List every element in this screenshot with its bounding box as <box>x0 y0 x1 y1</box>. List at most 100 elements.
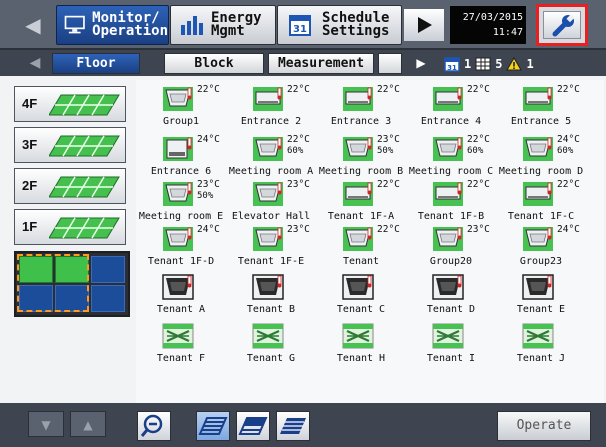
unit-tile[interactable]: 22°C Entrance 4 <box>406 84 496 132</box>
floor-plan-icon <box>49 94 120 116</box>
unit-tile[interactable]: Tenant D <box>406 272 496 320</box>
floor-4f-button[interactable]: 4F <box>14 86 126 122</box>
unit-tile[interactable]: 22°C Tenant 1F-A <box>316 179 406 227</box>
unit-tile[interactable]: 22°C Group1 <box>136 84 226 132</box>
menu-scroll-right-button[interactable] <box>404 9 444 41</box>
alert-count: 1 <box>526 56 534 71</box>
unit-tile[interactable]: 22°C Tenant 1F-B <box>406 179 496 227</box>
bottom-toolbar: ▼ ▲ Operate <box>0 403 606 447</box>
unit-humidity: 50% <box>377 146 394 156</box>
maintenance-button[interactable] <box>536 4 588 46</box>
floor-selector: 4F 3F 2F 1F <box>14 83 130 403</box>
wall-unit-icon <box>433 182 463 206</box>
unit-temperature: 22°C <box>557 179 580 190</box>
unit-icon-box <box>342 226 374 252</box>
unit-name: Entrance 5 <box>510 116 572 127</box>
unit-tile[interactable]: 23°C Tenant 1F-E <box>226 224 316 272</box>
tab-scroll-left-button[interactable]: ◀ <box>20 53 50 73</box>
layout-view-2-button[interactable] <box>236 411 270 441</box>
tab-scroll-right-button[interactable]: ▶ <box>405 53 437 74</box>
scroll-up-button[interactable]: ▲ <box>70 411 106 437</box>
schedule-settings-label: Schedule Settings <box>322 10 390 39</box>
floor-1f-button[interactable]: 1F <box>14 209 126 245</box>
tab-blank-button[interactable] <box>378 53 402 74</box>
floor-label: 4F <box>22 96 38 111</box>
unit-tile[interactable]: Tenant G <box>226 321 316 369</box>
menu-scroll-left-button[interactable]: ◀ <box>20 9 46 41</box>
monitor-operation-button[interactable]: Monitor/ Operation <box>56 5 169 45</box>
unit-tile[interactable]: 24°C Entrance 6 <box>136 134 226 182</box>
unit-name: Tenant F <box>156 353 206 364</box>
unit-name: Tenant I <box>426 353 476 364</box>
layers-half-icon <box>238 417 268 435</box>
unit-temperature: 24°C <box>557 134 580 145</box>
tab-block[interactable]: Block <box>164 53 264 74</box>
unit-icon-box <box>252 181 284 207</box>
unit-temperature: 22°C <box>377 179 400 190</box>
unit-tile[interactable]: Tenant H <box>316 321 406 369</box>
screen: ◀ Monitor/ Operation Energy Mgmt 31 Sche… <box>0 0 606 447</box>
zoom-out-button[interactable] <box>137 411 171 441</box>
floor-plan-icon <box>49 217 120 239</box>
unit-tile[interactable]: 23°C 50% Meeting room B <box>316 134 406 182</box>
unit-tile[interactable]: 22°C Tenant <box>316 224 406 272</box>
floor-label: 1F <box>22 219 38 234</box>
unit-icon-box <box>522 136 554 162</box>
unit-tile[interactable]: 24°C Tenant 1F-D <box>136 224 226 272</box>
unit-tile[interactable]: Tenant A <box>136 272 226 320</box>
unit-icon-box <box>522 226 554 252</box>
map-view-frame[interactable] <box>17 254 89 312</box>
unit-tile[interactable]: 22°C Entrance 2 <box>226 84 316 132</box>
floor-plan-icon <box>49 135 120 157</box>
unit-tile[interactable]: 23°C Elevator Hall <box>226 179 316 227</box>
unit-tile[interactable]: Tenant I <box>406 321 496 369</box>
floor-overview-map[interactable] <box>14 251 130 317</box>
unit-tile[interactable]: Tenant J <box>496 321 586 369</box>
unit-name: Meeting room D <box>498 166 584 177</box>
layers-outline-icon <box>198 417 228 435</box>
unit-tile[interactable]: 24°C Group23 <box>496 224 586 272</box>
unit-icon-box <box>342 274 374 300</box>
floor-3f-button[interactable]: 3F <box>14 127 126 163</box>
unit-name: Tenant C <box>336 304 386 315</box>
svg-text:31: 31 <box>447 64 457 72</box>
ceiling-unit-icon <box>523 227 553 251</box>
schedule-settings-button[interactable]: 31 Schedule Settings <box>277 5 402 45</box>
unit-name: Meeting room C <box>408 166 494 177</box>
unit-temperature: 22°C <box>467 134 490 145</box>
unit-tile[interactable]: Tenant B <box>226 272 316 320</box>
unit-tile[interactable]: Tenant F <box>136 321 226 369</box>
layout-view-1-button[interactable] <box>196 411 230 441</box>
map-block[interactable] <box>91 256 125 283</box>
unit-name: Tenant 1F-D <box>147 256 215 267</box>
unit-tile[interactable]: 23°C Group20 <box>406 224 496 272</box>
vent-unit-icon <box>252 323 284 349</box>
energy-mgmt-button[interactable]: Energy Mgmt <box>170 5 276 45</box>
unit-temperature: 22°C <box>467 84 490 95</box>
unit-temperature: 22°C <box>197 84 220 95</box>
unit-tile[interactable]: 22°C Entrance 5 <box>496 84 586 132</box>
unit-name: Tenant A <box>156 304 206 315</box>
tab-floor[interactable]: Floor <box>52 53 140 74</box>
floor-2f-button[interactable]: 2F <box>14 168 126 204</box>
unit-icon-box <box>252 136 284 162</box>
scroll-down-button[interactable]: ▼ <box>28 411 64 437</box>
unit-icon-box <box>162 181 194 207</box>
unit-temperature: 22°C <box>287 84 310 95</box>
unit-tile[interactable]: 24°C 60% Meeting room D <box>496 134 586 182</box>
map-block[interactable] <box>91 285 125 312</box>
operate-button[interactable]: Operate <box>497 411 591 441</box>
unit-tile[interactable]: Tenant C <box>316 272 406 320</box>
ceiling-unit-icon <box>253 182 283 206</box>
vent-unit-icon <box>522 323 554 349</box>
unit-tile[interactable]: 22°C 60% Meeting room C <box>406 134 496 182</box>
unit-tile[interactable]: 22°C 60% Meeting room A <box>226 134 316 182</box>
unit-tile[interactable]: 22°C Entrance 3 <box>316 84 406 132</box>
layout-view-3-button[interactable] <box>276 411 310 441</box>
dark-unit-icon <box>522 274 554 300</box>
unit-tile[interactable]: 22°C Tenant 1F-C <box>496 179 586 227</box>
layers-filled-icon <box>280 418 306 434</box>
tab-measurement[interactable]: Measurement <box>268 53 374 74</box>
unit-tile[interactable]: 23°C 50% Meeting room E <box>136 179 226 227</box>
unit-tile[interactable]: Tenant E <box>496 272 586 320</box>
